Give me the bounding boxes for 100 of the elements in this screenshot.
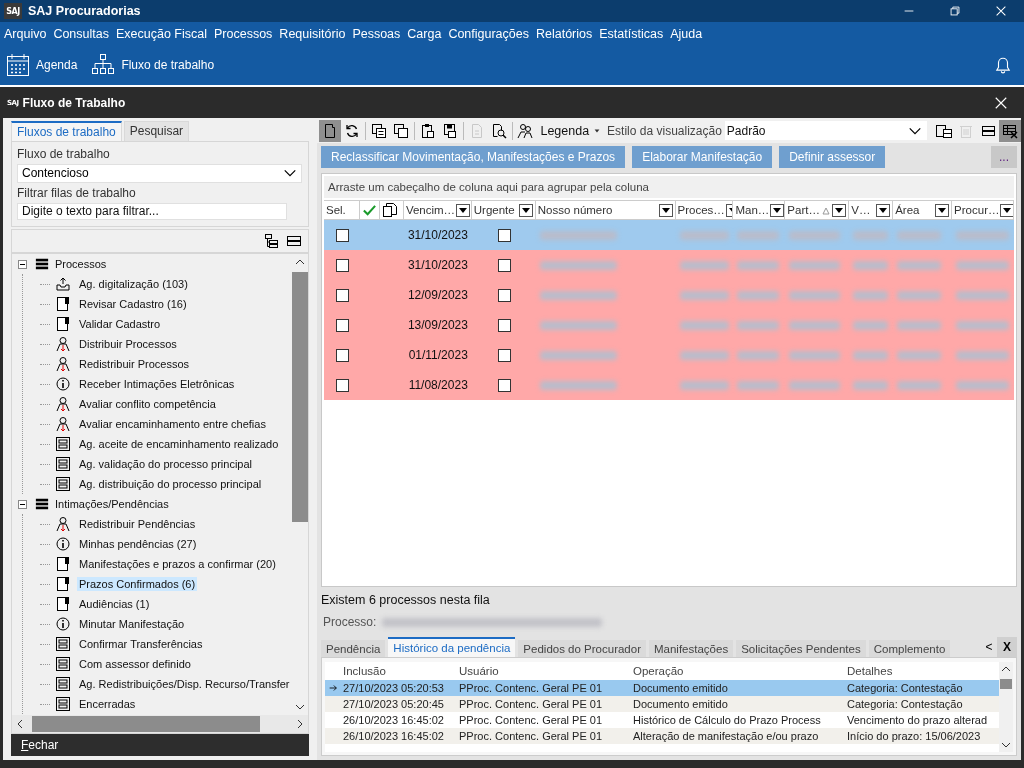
menu-item[interactable]: Processos <box>210 26 276 41</box>
toolbar-button[interactable]: Fluxo de trabalho <box>91 50 223 80</box>
column-header[interactable]: Man… <box>733 201 786 219</box>
tree-item[interactable]: Ag. Redistribuições/Disp. Recurso/Transfer <box>77 677 292 691</box>
checkbox[interactable] <box>497 378 511 392</box>
tree-group[interactable]: Processos <box>55 258 107 270</box>
close-tab-button[interactable]: X <box>997 637 1017 657</box>
column-header[interactable]: Procur… <box>952 201 1014 219</box>
tree-item[interactable]: Revisar Cadastro (16) <box>77 297 189 311</box>
page-button[interactable] <box>319 119 341 142</box>
horizontal-scrollbar[interactable] <box>11 715 309 734</box>
menu-item[interactable]: Relatórios <box>532 26 596 41</box>
tree-item[interactable]: Ag. distribuição do processo principal <box>77 477 264 491</box>
tree-item[interactable]: Distribuir Processos <box>77 337 179 351</box>
checkbox[interactable] <box>497 258 511 272</box>
filter-button[interactable] <box>518 203 533 217</box>
menu-item[interactable]: Estatísticas <box>595 26 667 41</box>
column-header[interactable]: Vencim… <box>403 201 472 219</box>
tree-item[interactable]: Receber Intimações Eletrônicas <box>77 377 237 391</box>
scrollbar-thumb[interactable] <box>1000 679 1012 689</box>
legend-dropdown[interactable]: Legenda <box>536 123 608 138</box>
tree-item[interactable]: Com assessor definido <box>77 657 193 671</box>
menu-item[interactable]: Carga <box>403 26 445 41</box>
column-header[interactable]: Part… <box>785 201 850 219</box>
filter-button[interactable] <box>1000 203 1013 217</box>
filter-field[interactable]: Digite o texto para filtrar... <box>17 202 287 220</box>
more-button[interactable]: ... <box>991 146 1017 168</box>
menu-item[interactable]: Arquivo <box>0 26 50 41</box>
bell-icon[interactable] <box>994 56 1012 74</box>
checkbox[interactable] <box>336 318 349 332</box>
tree-item[interactable]: Prazos Confirmados (6) <box>77 577 198 591</box>
menu-item[interactable]: Consultas <box>49 26 112 41</box>
menu-item[interactable]: Requisitório <box>275 26 349 41</box>
close-button[interactable]: Fechar <box>11 734 309 756</box>
column-header[interactable]: Operação <box>631 665 845 677</box>
checkbox[interactable] <box>497 288 511 302</box>
tree-item[interactable]: Minutar Manifestação <box>77 617 187 631</box>
tree-item[interactable]: Redistribuir Processos <box>77 357 192 371</box>
checkbox[interactable] <box>336 228 349 242</box>
expand-toggle[interactable] <box>18 499 27 509</box>
tree-item[interactable]: Manifestações e prazos a confirmar (20) <box>77 557 278 571</box>
column-header[interactable]: Detalhes <box>845 665 997 677</box>
tab[interactable]: Histórico da pendência <box>388 637 516 657</box>
menu-item[interactable]: Configurações <box>444 26 532 41</box>
grid-row[interactable]: 11/08/2023 <box>324 370 1014 400</box>
filter-button[interactable] <box>832 203 847 217</box>
grid-row[interactable]: 13/09/2023 <box>324 310 1014 340</box>
tab[interactable]: Manifestações <box>649 640 734 657</box>
menu-item[interactable]: Execução Fiscal <box>112 26 210 41</box>
filter-button[interactable] <box>456 203 471 217</box>
toolbar-button[interactable]: Agenda <box>6 50 86 80</box>
workflow-select[interactable]: Contencioso <box>17 164 302 183</box>
tree-group[interactable]: Intimações/Pendências <box>55 498 169 510</box>
column-header[interactable]: V… <box>849 201 894 219</box>
expand-toggle[interactable] <box>18 259 27 269</box>
filter-button[interactable] <box>770 203 785 217</box>
table-row[interactable]: 26/10/2023 16:45:02 PProc. Contenc. Geral PE 01 Histórico de Cálculo do Prazo Process Vencimento do prazo alterad <box>325 712 999 728</box>
column-header[interactable]: Proces… <box>675 201 734 219</box>
tab[interactable]: Complemento <box>868 640 951 657</box>
tree-item[interactable]: Avaliar conflito competência <box>77 397 218 411</box>
tree-item[interactable]: Minhas pendências (27) <box>77 537 199 551</box>
tree-item[interactable]: Audiências (1) <box>77 597 152 611</box>
tree-item[interactable]: Confirmar Transferências <box>77 637 205 651</box>
tree-item[interactable]: Ag. validação do processo principal <box>77 457 255 471</box>
tree-item[interactable]: Ag. digitalização (103) <box>77 277 190 291</box>
tree-item[interactable]: Encerradas <box>77 697 138 711</box>
grid-row[interactable]: 12/09/2023 <box>324 280 1014 310</box>
vertical-scrollbar[interactable] <box>999 662 1013 752</box>
grid-close-button[interactable] <box>999 119 1022 142</box>
table-row[interactable]: 27/10/2023 05:20:53 PProc. Contenc. Geral PE 01 Documento emitido Categoria: Contestação <box>325 680 999 696</box>
checkbox[interactable] <box>336 258 349 272</box>
table-row[interactable]: 26/10/2023 16:45:02 PProc. Contenc. Geral PE 01 Alteração de manifestação e/ou prazo Início do prazo: 15/06/2023 <box>325 728 999 744</box>
tab[interactable]: Pesquisar <box>123 121 190 141</box>
column-header[interactable]: Área <box>893 201 953 219</box>
column-header[interactable]: Inclusão <box>341 665 457 677</box>
tab[interactable]: Pendência <box>321 640 386 657</box>
filter-button[interactable] <box>935 203 950 217</box>
column-header[interactable]: Urgente <box>471 201 536 219</box>
tree-item[interactable]: Validar Cadastro <box>77 317 163 331</box>
tree-item[interactable]: Avaliar encaminhamento entre chefias <box>77 417 268 431</box>
menu-item[interactable]: Ajuda <box>666 26 706 41</box>
tab[interactable]: Fluxos de trabalho <box>11 121 122 141</box>
column-header[interactable]: Sel. <box>324 201 360 219</box>
table-row[interactable]: 27/10/2023 05:20:45 PProc. Contenc. Geral PE 01 Documento emitido Categoria: Contestação <box>325 696 999 712</box>
menu-item[interactable]: Pessoas <box>348 26 404 41</box>
checkbox[interactable] <box>336 378 349 392</box>
filter-button[interactable] <box>876 203 891 217</box>
tree-expand-icon[interactable] <box>264 233 280 249</box>
checkbox[interactable] <box>336 288 349 302</box>
grid-row[interactable]: 01/11/2023 <box>324 340 1014 370</box>
grid-row[interactable]: 31/10/2023 <box>324 250 1014 280</box>
filter-button[interactable] <box>658 203 673 217</box>
checkbox[interactable] <box>497 318 511 332</box>
scrollbar-thumb[interactable] <box>32 716 260 732</box>
scrollbar-thumb[interactable] <box>292 272 308 522</box>
tab[interactable]: Solicitações Pendentes <box>736 640 866 657</box>
view-style-select[interactable]: Padrão <box>724 121 928 140</box>
grid-row[interactable]: 31/10/2023 <box>324 220 1014 250</box>
tab[interactable]: Pedidos do Procurador <box>518 640 646 657</box>
checkbox[interactable] <box>336 348 349 362</box>
